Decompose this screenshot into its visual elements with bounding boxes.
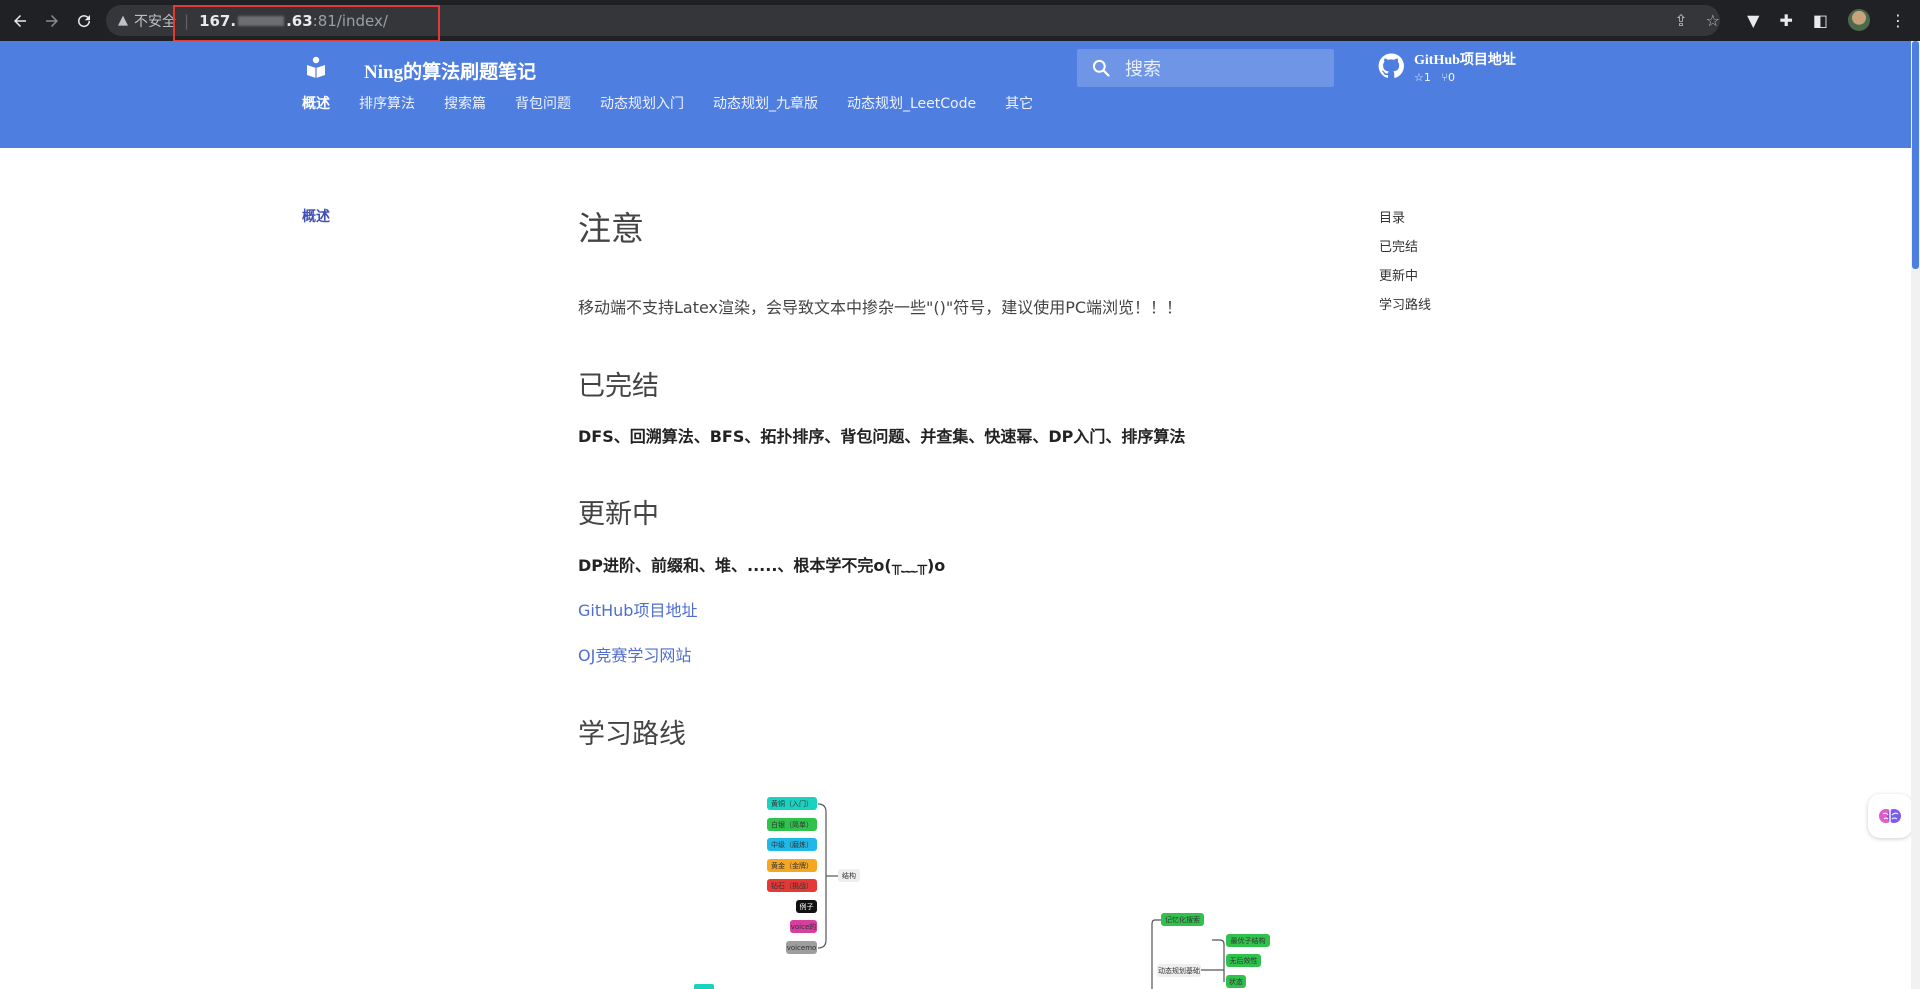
tab-dp-intro[interactable]: 动态规划入门 (600, 93, 684, 113)
mobile-note: 移动端不支持Latex渲染，会导致文本中掺杂一些"()"符号，建议使用PC端浏览… (578, 298, 1183, 317)
mindmap-node: 最优子结构 (1226, 934, 1270, 947)
mindmap-node: 钻石（挑战） (767, 879, 817, 892)
top-tabs: 概述 排序算法 搜索篇 背包问题 动态规划入门 动态规划_九章版 动态规划_Le… (302, 93, 1033, 113)
site-header: Ning的算法刷题笔记 搜索 GitHub项目地址 ☆1 ⑂0 概述 排序算法 … (0, 41, 1911, 148)
mindmap-node: 例子 (796, 900, 817, 913)
puzzle-icon[interactable]: ✚ (1779, 11, 1792, 30)
table-of-contents: 目录 已完结 更新中 学习路线 (1379, 207, 1431, 323)
tab-knapsack[interactable]: 背包问题 (515, 93, 571, 113)
github-forks: ⑂0 (1441, 71, 1455, 84)
extension-v-icon[interactable]: ▼ (1747, 11, 1759, 30)
github-icon (1378, 53, 1404, 78)
browser-toolbar: ▲ 不安全 | 167. .63 :81/index/ ⇪ ☆ ▼ ✚ ◧ ⋮ (0, 0, 1920, 42)
highlight-box (173, 5, 440, 42)
github-stars: ☆1 (1414, 71, 1431, 84)
tab-other[interactable]: 其它 (1005, 93, 1033, 113)
mindmap-node: 记忆化搜索 (1161, 913, 1204, 926)
mindmap-node: 状态 (1226, 975, 1246, 988)
tab-overview[interactable]: 概述 (302, 93, 330, 113)
back-icon[interactable] (8, 9, 32, 33)
page-title: 注意 (578, 209, 644, 248)
reload-icon[interactable] (72, 9, 96, 33)
tab-search[interactable]: 搜索篇 (444, 93, 486, 113)
site-title[interactable]: Ning的算法刷题笔记 (364, 57, 536, 84)
search-icon (1092, 59, 1110, 77)
done-list: DFS、回溯算法、BFS、拓扑排序、背包问题、并查集、快速幂、DP入门、排序算法 (578, 427, 1186, 446)
mindmap-node: 白银（简单） (767, 818, 817, 831)
github-repo-name: GitHub项目地址 (1414, 53, 1516, 68)
updating-list: DP进阶、前缀和、堆、.....、根本学不完o(╥﹏╥)o (578, 556, 946, 575)
book-logo-icon[interactable] (304, 55, 328, 79)
search-placeholder: 搜索 (1125, 59, 1161, 80)
toc-item-updating[interactable]: 更新中 (1379, 265, 1431, 284)
extensions-area: ▼ ✚ ◧ ⋮ (1747, 9, 1920, 31)
scrollbar[interactable] (1911, 41, 1920, 989)
menu-kebab-icon[interactable]: ⋮ (1890, 11, 1906, 30)
mindmap-node: 中级（磨炼） (767, 838, 817, 851)
tab-dp-leetcode[interactable]: 动态规划_LeetCode (847, 93, 976, 113)
mindmap-node: voice的 (790, 920, 817, 933)
sidebar-item-overview[interactable]: 概述 (302, 206, 330, 226)
avatar[interactable] (1848, 9, 1870, 31)
insecure-label: 不安全 (134, 13, 176, 30)
mindmap-node-partial (694, 984, 714, 989)
toc-item-route[interactable]: 学习路线 (1379, 294, 1431, 313)
mindmap-node: 无后效性 (1226, 954, 1261, 967)
mindmap-root-left: 结构 (838, 869, 860, 882)
brain-widget-icon[interactable] (1868, 794, 1912, 838)
mindmap-root-right: 动态规划基础 (1157, 964, 1201, 977)
bookmark-star-icon[interactable]: ☆ (1706, 11, 1720, 30)
mindmap-node: voicemo (786, 941, 817, 954)
search-input[interactable]: 搜索 (1077, 49, 1334, 87)
heading-updating: 更新中 (578, 499, 659, 530)
tab-sorting[interactable]: 排序算法 (359, 93, 415, 113)
share-icon[interactable]: ⇪ (1674, 11, 1687, 30)
toc-item-done[interactable]: 已完结 (1379, 236, 1431, 255)
scrollbar-thumb[interactable] (1912, 41, 1919, 269)
side-panel-icon[interactable]: ◧ (1813, 11, 1828, 30)
oj-site-link[interactable]: OJ竞赛学习网站 (578, 642, 691, 666)
toc-title: 目录 (1379, 211, 1406, 226)
forward-icon[interactable] (40, 9, 64, 33)
mindmap-connectors (817, 803, 1225, 989)
tab-dp-ninechapter[interactable]: 动态规划_九章版 (713, 93, 818, 113)
warning-icon: ▲ (118, 13, 128, 28)
mindmap-node: 黄金（金牌） (767, 859, 817, 872)
mindmap-node: 黄铜（入门） (767, 797, 817, 810)
heading-done: 已完结 (578, 371, 659, 402)
github-link[interactable]: GitHub项目地址 ☆1 ⑂0 (1378, 49, 1516, 84)
heading-route: 学习路线 (578, 719, 686, 750)
github-project-link[interactable]: GitHub项目地址 (578, 597, 697, 621)
address-actions: ⇪ ☆ (1674, 11, 1720, 30)
